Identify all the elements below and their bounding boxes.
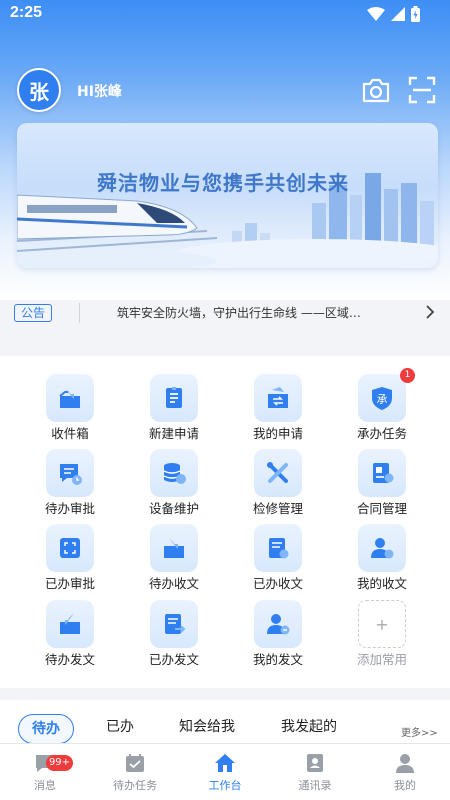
my-request-icon xyxy=(254,374,302,422)
promo-banner[interactable]: 舜洁物业与您携手共创未来 xyxy=(17,123,438,268)
device-maintenance-icon xyxy=(150,449,198,497)
nav-item-todo[interactable]: 待办任务 xyxy=(90,744,180,800)
grid-item-pending-approval[interactable]: 待办审批 xyxy=(30,431,110,516)
notice-divider xyxy=(79,303,80,323)
camera-icon[interactable] xyxy=(361,76,391,104)
undertake-task-icon: 承 xyxy=(358,374,406,422)
home-icon xyxy=(215,754,235,772)
nav-item-profile[interactable]: 我的 xyxy=(360,744,450,800)
svg-text:承: 承 xyxy=(377,393,388,406)
grid-item-contract-management[interactable]: 合同管理 xyxy=(342,431,422,516)
grid-label: 我的发文 xyxy=(252,652,303,667)
plus-icon: + xyxy=(358,600,406,648)
done-approval-icon xyxy=(46,524,94,572)
tab-done[interactable]: 已办 xyxy=(106,716,134,736)
calendar-icon xyxy=(126,754,144,772)
my-received-doc-icon xyxy=(358,524,406,572)
inbox-icon xyxy=(46,374,94,422)
grid-item-my-sent-doc[interactable]: 我的发文 xyxy=(238,582,318,667)
tab-pending[interactable]: 待办 xyxy=(18,714,74,744)
grid-label: 已办发文 xyxy=(148,652,199,667)
done-sent-doc-icon xyxy=(150,600,198,648)
nav-label: 通讯录 xyxy=(298,779,332,792)
nav-label: 消息 xyxy=(34,779,56,792)
grid-item-new-request[interactable]: 新建申请 xyxy=(134,356,214,441)
signal-icon xyxy=(391,7,405,21)
user-greeting: HI张峰 xyxy=(77,84,122,100)
notice-tag: 公告 xyxy=(14,304,52,322)
nav-item-messages[interactable]: 99+ 消息 xyxy=(0,744,90,800)
status-time: 2:25 xyxy=(10,4,43,21)
grid-item-done-approval[interactable]: 已办审批 xyxy=(30,506,110,591)
repair-tools-icon xyxy=(254,449,302,497)
add-common-label: 添加常用 xyxy=(356,652,407,667)
contract-management-icon xyxy=(358,449,406,497)
nav-item-contacts[interactable]: 通讯录 xyxy=(270,744,360,800)
task-badge: 1 xyxy=(400,368,415,383)
tab-initiated[interactable]: 我发起的 xyxy=(281,716,337,736)
notice-text[interactable]: 筑牢安全防火墙，守护出行生命线 ——区域… xyxy=(117,304,387,321)
grid-item-done-received-doc[interactable]: 已办收文 xyxy=(238,506,318,591)
grid-item-done-sent-doc[interactable]: 已办发文 xyxy=(134,582,214,667)
grid-item-add-common[interactable]: + 添加常用 xyxy=(342,582,422,667)
user-header: 张 HI张峰 xyxy=(0,66,450,116)
scan-icon[interactable] xyxy=(407,75,437,105)
grid-item-repair-management[interactable]: 检修管理 xyxy=(238,431,318,516)
bottom-nav: 99+ 消息 待办任务 工作台 通讯录 我的 xyxy=(0,743,450,800)
pending-approval-icon xyxy=(46,449,94,497)
battery-icon xyxy=(411,6,420,22)
function-grid: 收件箱 新建申请 我的申请 承 1 承办任务 待办审批 设备维护 检修管理 合同… xyxy=(0,356,450,688)
nav-label: 工作台 xyxy=(208,779,242,792)
notice-bar[interactable]: 公告 筑牢安全防火墙，守护出行生命线 ——区域… xyxy=(0,288,450,338)
grid-item-pending-sent-doc[interactable]: 待办发文 xyxy=(30,582,110,667)
more-link[interactable]: 更多>> xyxy=(401,724,438,739)
done-received-doc-icon xyxy=(254,524,302,572)
status-icons xyxy=(367,6,420,22)
message-badge: 99+ xyxy=(46,755,73,771)
new-request-icon xyxy=(150,374,198,422)
profile-icon xyxy=(396,754,414,773)
grid-item-my-received-doc[interactable]: 我的收文 xyxy=(342,506,422,591)
task-tabs: 待办 已办 知会给我 我发起的 更多>> xyxy=(0,700,450,748)
contacts-icon xyxy=(307,754,323,772)
grid-item-inbox[interactable]: 收件箱 xyxy=(30,356,110,441)
grid-item-pending-received-doc[interactable]: 待办收文 xyxy=(134,506,214,591)
chevron-right-icon[interactable] xyxy=(424,303,436,321)
my-sent-doc-icon xyxy=(254,600,302,648)
grid-label: 待办发文 xyxy=(44,652,95,667)
avatar[interactable]: 张 xyxy=(17,68,61,112)
tab-notified[interactable]: 知会给我 xyxy=(179,716,235,736)
wifi-icon xyxy=(367,7,385,21)
pending-received-doc-icon xyxy=(150,524,198,572)
grid-item-undertake-task[interactable]: 承 1 承办任务 xyxy=(342,356,422,441)
status-bar: 2:25 xyxy=(0,0,450,28)
nav-label: 待办任务 xyxy=(113,779,157,792)
banner-text: 舜洁物业与您携手共创未来 xyxy=(97,171,349,195)
nav-item-workbench[interactable]: 工作台 xyxy=(180,744,270,800)
grid-item-device-maintenance[interactable]: 设备维护 xyxy=(134,431,214,516)
pending-sent-doc-icon xyxy=(46,600,94,648)
nav-label: 我的 xyxy=(394,779,416,792)
grid-item-my-request[interactable]: 我的申请 xyxy=(238,356,318,441)
